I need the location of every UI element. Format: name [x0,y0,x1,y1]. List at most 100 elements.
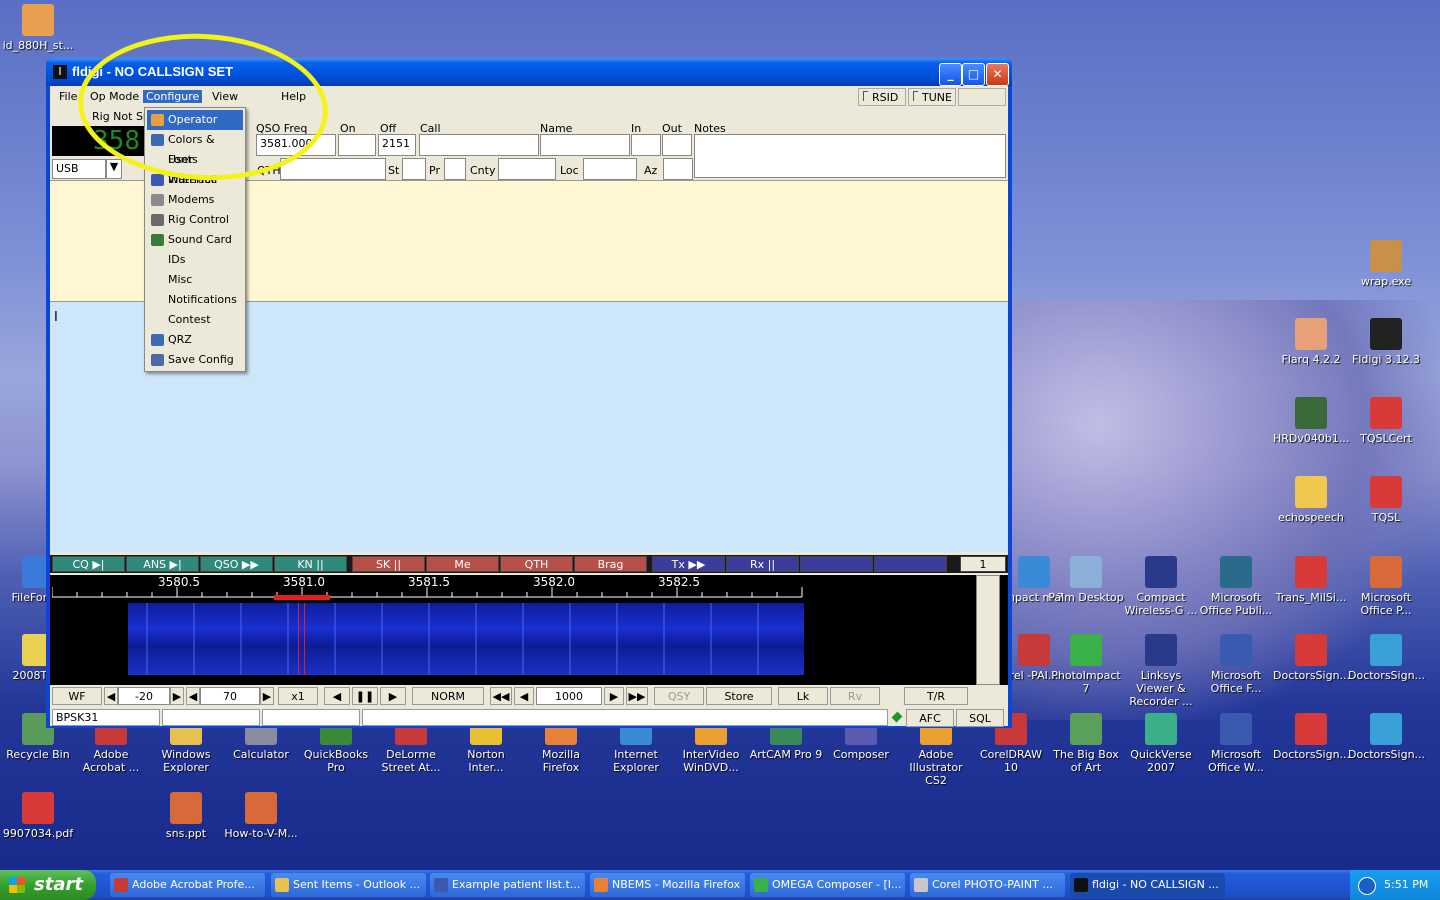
spare-button[interactable] [958,88,1006,106]
desktop-icon[interactable]: TQSLCert [1348,397,1424,445]
store-button[interactable]: Store [706,687,772,705]
scroll-right-icon[interactable]: ▶ [380,687,406,705]
time-on-field[interactable] [338,134,376,156]
afc-button[interactable]: AFC [906,709,954,727]
zoom-button[interactable]: x1 [278,687,318,705]
maximize-button[interactable]: □ [962,63,985,86]
menu-item-rig-control[interactable]: Rig Control [147,210,243,230]
time-off-field[interactable]: 2151 [378,134,416,156]
desktop-icon[interactable]: How-to-V-M... [223,792,299,840]
rst-in-field[interactable] [631,134,661,156]
taskbar-button[interactable]: Corel PHOTO-PAINT ... [910,873,1065,897]
menu-item-contest[interactable]: Contest [147,310,243,330]
min-db-increase-button[interactable]: ▶ [170,687,184,705]
menu-item-save-config[interactable]: Save Config [147,350,243,370]
desktop-icon[interactable]: Flarq 4.2.2 [1273,318,1349,366]
min-db-value[interactable]: -20 [118,687,170,705]
desktop-icon[interactable]: wrap.exe [1348,240,1424,288]
fast-forward-icon[interactable]: ▶▶ [626,687,648,705]
county-field[interactable] [498,158,556,180]
qsy-button[interactable]: QSY [654,687,704,705]
menu-item-modems[interactable]: Modems [147,190,243,210]
notes-field[interactable] [694,134,1006,178]
desktop-icon[interactable]: Fldigi 3.12.3 [1348,318,1424,366]
macro-button[interactable]: SK || [352,556,425,572]
desktop-icon[interactable]: 9907034.pdf [0,792,76,840]
macro-button[interactable]: Tx ▶▶ [652,556,725,572]
start-button[interactable]: start [0,870,96,900]
macro-button[interactable]: Brag [574,556,647,572]
range-db-value[interactable]: 70 [200,687,260,705]
speed-button[interactable]: NORM [412,687,484,705]
desktop-icon[interactable]: TQSL [1348,476,1424,524]
desktop-icon[interactable]: QuickVerse 2007 [1123,713,1199,774]
macro-button[interactable] [874,556,947,572]
call-field[interactable] [419,134,539,156]
desktop-icon[interactable]: PhotoImpact 7 [1048,634,1124,695]
cursor-frequency-value[interactable]: 1000 [536,687,602,705]
rst-out-field[interactable] [662,134,692,156]
macro-button[interactable]: ANS ▶| [126,556,199,572]
azimuth-field[interactable] [663,158,693,180]
macro-button[interactable] [800,556,873,572]
desktop-icon[interactable]: DoctorsSign... [1273,634,1350,682]
reverse-button[interactable]: Rv [830,687,880,705]
desktop-icon[interactable]: DoctorsSign... [1348,713,1425,761]
min-db-decrease-button[interactable]: ◀ [104,687,118,705]
close-button[interactable]: ✕ [986,63,1009,86]
menu-item-notifications[interactable]: Notifications [147,290,243,310]
desktop-icon[interactable]: Compact Wireless-G ... [1123,556,1199,617]
mode-select[interactable]: USB [52,159,106,179]
name-field[interactable] [540,134,630,156]
scroll-left-icon[interactable]: ◀ [324,687,350,705]
desktop-icon[interactable]: HRDv040b1... [1273,397,1349,445]
desktop-icon[interactable]: Linksys Viewer & Recorder ... [1123,634,1199,708]
desktop-icon[interactable]: Trans_MilSi... [1273,556,1349,604]
desktop-icon[interactable]: The Big Box of Art [1048,713,1124,774]
macro-button[interactable]: QTH [500,556,573,572]
locator-field[interactable] [583,158,637,180]
desktop-icon[interactable]: Microsoft Office P... [1348,556,1424,617]
desktop-icon[interactable]: Palm Desktop [1048,556,1124,604]
tray-network-icon[interactable] [1358,877,1376,895]
province-field[interactable] [444,158,466,180]
range-decrease-button[interactable]: ◀ [186,687,200,705]
macro-button[interactable]: Me [426,556,499,572]
desktop-icon[interactable]: Microsoft Office F... [1198,634,1274,695]
wf-mode-button[interactable]: WF [52,687,102,705]
desktop-icon[interactable]: id_880H_st... [0,4,76,52]
sql-button[interactable]: SQL [956,709,1004,727]
mode-status[interactable]: BPSK31 [52,709,160,726]
rsid-button[interactable]: RSID [858,88,906,106]
desktop-icon[interactable]: sns.ppt [148,792,224,840]
menu-file[interactable]: File [56,90,80,103]
menu-item-misc[interactable]: Misc [147,270,243,290]
menu-item-qrz[interactable]: QRZ [147,330,243,350]
taskbar-button[interactable]: Adobe Acrobat Profe... [110,873,265,897]
waterfall-display[interactable] [52,603,970,675]
step-back-icon[interactable]: ◀ [514,687,534,705]
desktop-icon[interactable]: DoctorsSign... [1273,713,1350,761]
macro-button[interactable]: Rx || [726,556,799,572]
lock-button[interactable]: Lk [778,687,828,705]
taskbar-button[interactable]: Sent Items - Outlook ... [271,873,426,897]
menu-item-sound-card[interactable]: Sound Card [147,230,243,250]
waterfall-scrollbar[interactable] [976,575,1000,685]
step-forward-icon[interactable]: ▶ [604,687,624,705]
desktop-icon[interactable]: DoctorsSign... [1348,634,1425,682]
state-field[interactable] [402,158,426,180]
fast-rewind-icon[interactable]: ◀◀ [490,687,512,705]
tune-button[interactable]: TUNE [908,88,956,106]
minimize-button[interactable]: _ [939,63,962,86]
desktop-icon[interactable]: Microsoft Office Publi... [1198,556,1274,617]
taskbar-button[interactable]: OMEGA Composer - [I... [750,873,905,897]
taskbar-button[interactable]: fldigi - NO CALLSIGN ... [1070,873,1225,897]
taskbar-button[interactable]: Example patient list.t... [430,873,585,897]
menu-item-ids[interactable]: IDs [147,250,243,270]
tr-button[interactable]: T/R [904,687,968,705]
chevron-down-icon[interactable]: ▼ [106,159,122,179]
macro-button[interactable]: CQ ▶| [52,556,125,572]
pause-icon[interactable]: ❚❚ [352,687,378,705]
macro-page-indicator[interactable]: 1 [960,556,1006,572]
macro-button[interactable]: KN || [274,556,347,572]
